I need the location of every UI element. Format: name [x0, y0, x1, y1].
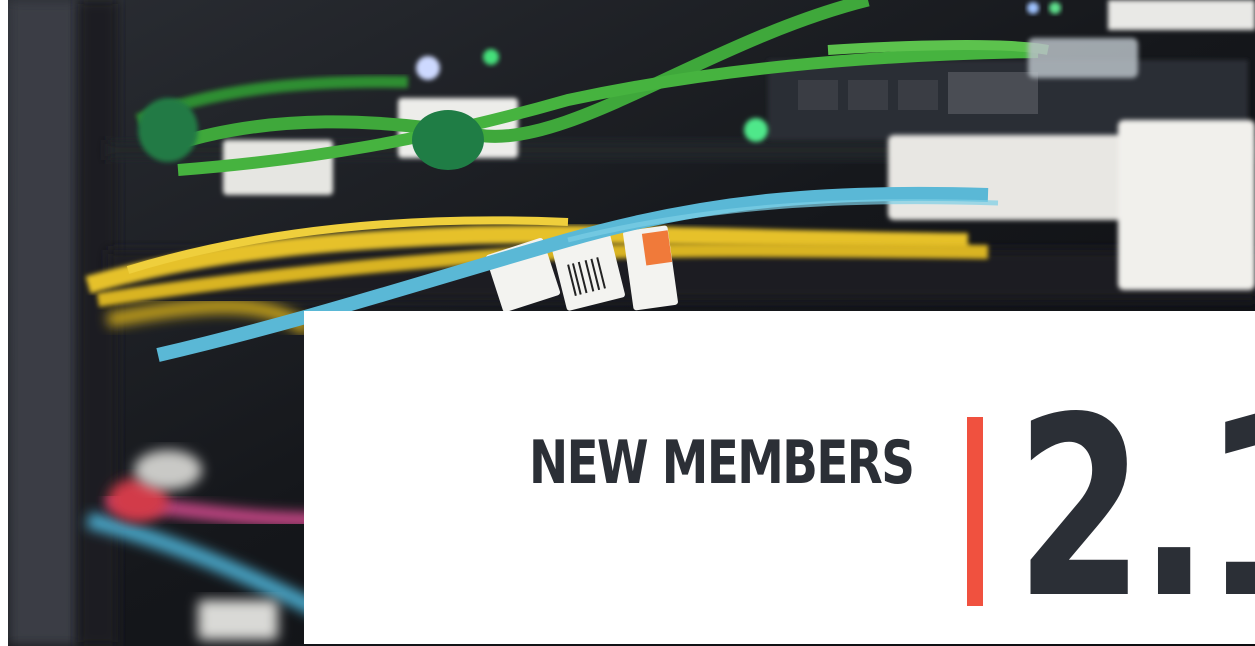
section-number: 2.1 — [1016, 365, 1255, 646]
accent-divider — [967, 417, 983, 606]
hero-banner: NEW MEMBERS 2.1 — [0, 0, 1255, 646]
section-title: NEW MEMBERS — [529, 428, 915, 498]
title-card: NEW MEMBERS 2.1 — [304, 311, 1255, 644]
